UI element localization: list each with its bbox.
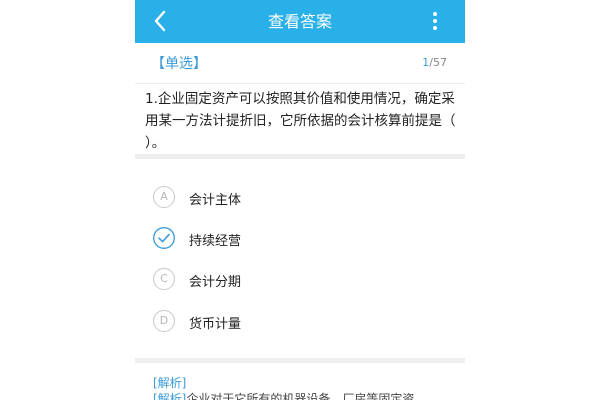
option-d[interactable]: D 货币计量 — [135, 304, 465, 340]
option-c-text: 会计分期 — [189, 275, 242, 290]
option-c-marker: C — [153, 268, 175, 290]
question-text: 1.企业固定资产可以按照其价值和使用情况，确定采用某一方法计提折旧，它所依据的会… — [145, 91, 456, 151]
more-button[interactable] — [429, 10, 441, 34]
total-question-count: 57 — [433, 56, 447, 69]
analysis-title: [解析] — [153, 376, 187, 390]
question-type-row: 【单选】 1/57 — [135, 43, 465, 84]
question-type-label: 【单选】 — [151, 56, 207, 72]
option-a-marker: A — [153, 186, 175, 208]
option-a-text: 会计主体 — [189, 193, 242, 208]
divider — [135, 154, 465, 159]
analysis-prefix: [解析] — [153, 392, 187, 400]
option-a[interactable]: A 会计主体 — [135, 180, 465, 216]
option-c[interactable]: C 会计分期 — [135, 262, 465, 298]
question-counter: 1/57 — [422, 56, 447, 69]
page-title: 查看答案 — [267, 12, 332, 31]
option-d-marker: D — [153, 310, 175, 332]
option-b-text: 持续经营 — [189, 234, 242, 249]
more-vertical-icon — [433, 12, 437, 16]
option-b[interactable]: 持续经营 — [135, 221, 465, 257]
analysis-body: 企业对于它所有的机器设备、厂房等固定资 — [186, 392, 415, 400]
top-bar: 查看答案 — [135, 0, 465, 43]
phone-screen: 查看答案 【单选】 1/57 1.企业固定资产可以按照其价值和使用情况，确定采用… — [135, 0, 465, 400]
analysis-text: [解析]企业对于它所有的机器设备、厂房等固定资 — [153, 390, 453, 400]
divider — [135, 358, 465, 363]
check-circle-icon — [153, 227, 175, 249]
option-d-text: 货币计量 — [189, 317, 242, 332]
